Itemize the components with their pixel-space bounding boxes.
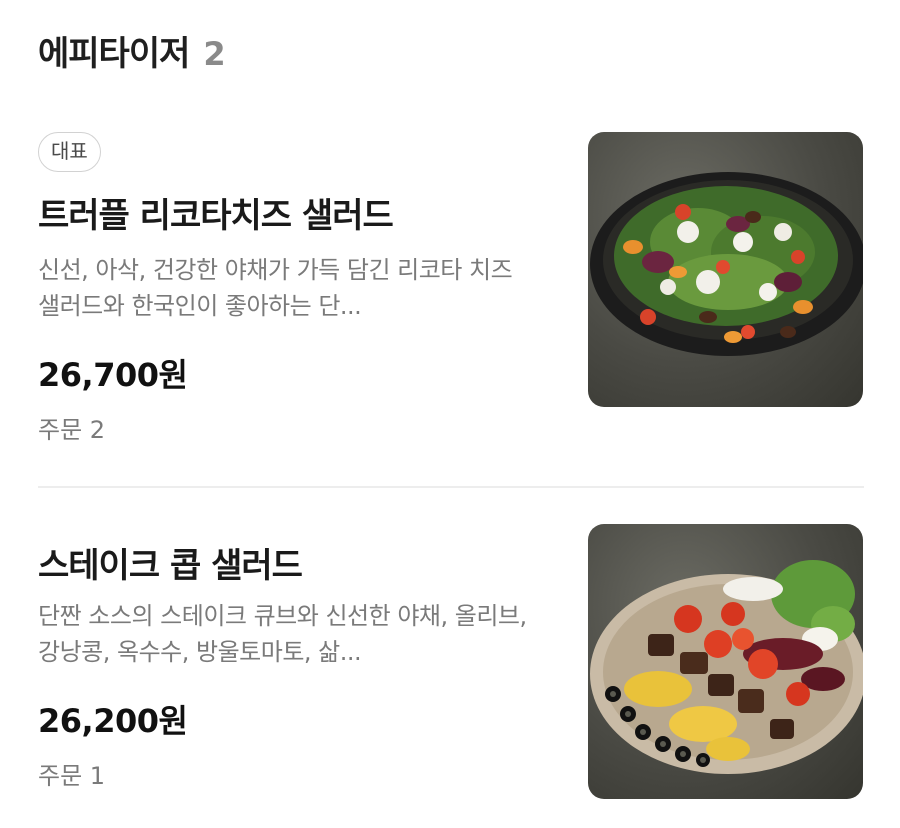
menu-page: 에피타이저 2 대표 트러플 리코타치즈 샐러드 신선, 아삭, 건강한 야채가… <box>0 0 900 828</box>
item-description: 단짠 소스의 스테이크 큐브와 신선한 야채, 올리브, 강낭콩, 옥수수, 방… <box>38 602 527 666</box>
section-count: 2 <box>203 35 225 73</box>
item-name: 스테이크 콥 샐러드 <box>38 546 303 586</box>
order-count: 주문 2 <box>38 416 106 444</box>
item-description: 신선, 아삭, 건강한 야채가 가득 담긴 리코타 치즈 샐러드와 한국인이 좋… <box>38 256 513 320</box>
menu-item-truffle-ricotta-salad[interactable]: 대표 트러플 리코타치즈 샐러드 신선, 아삭, 건강한 야채가 가득 담긴 리… <box>38 132 864 452</box>
salad-plate-image <box>590 172 863 356</box>
item-divider <box>38 486 864 488</box>
salad-plate-image <box>590 560 863 774</box>
section-header: 에피타이저 2 <box>38 26 226 75</box>
item-photo[interactable] <box>588 524 863 799</box>
signature-badge: 대표 <box>38 132 101 172</box>
item-price: 26,700원 <box>38 356 188 394</box>
order-count: 주문 1 <box>38 762 106 790</box>
item-photo[interactable] <box>588 132 863 407</box>
menu-item-steak-cobb-salad[interactable]: 스테이크 콥 샐러드 단짠 소스의 스테이크 큐브와 신선한 야채, 올리브, … <box>38 524 864 800</box>
item-price: 26,200원 <box>38 702 188 740</box>
section-title: 에피타이저 <box>38 34 190 74</box>
item-name: 트러플 리코타치즈 샐러드 <box>38 196 394 236</box>
